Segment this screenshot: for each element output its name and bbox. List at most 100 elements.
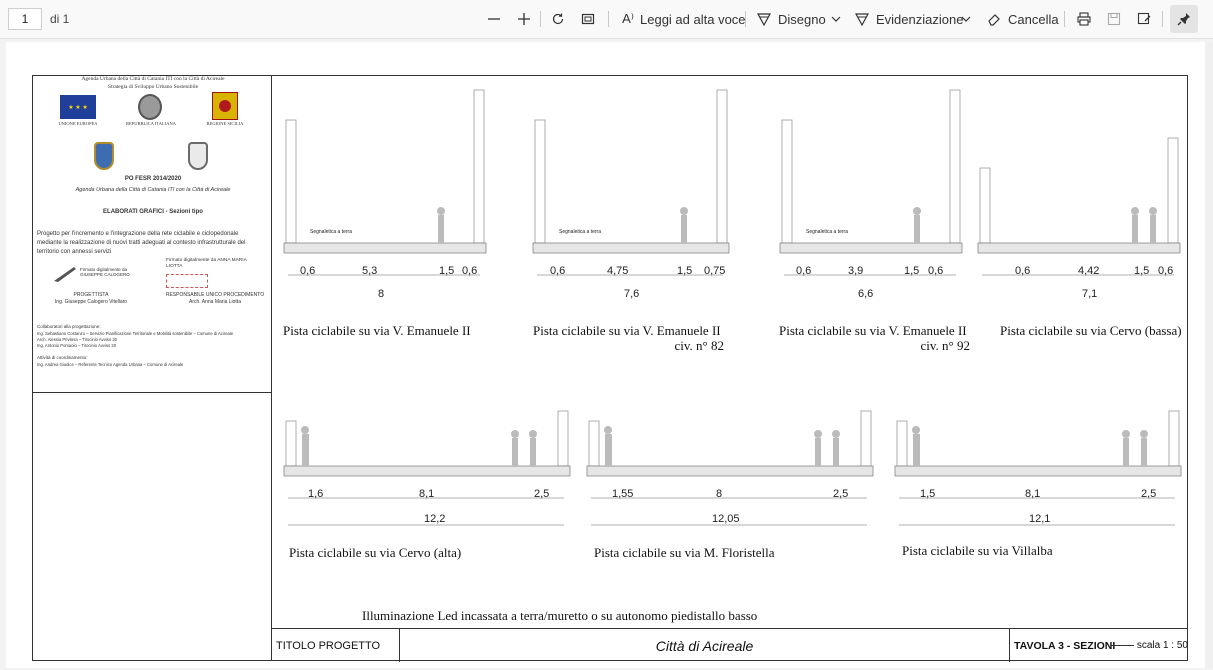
fit-page-button[interactable] — [578, 0, 598, 38]
role-rup: RESPONSABILE UNICO PROCEDIMENTO — [165, 292, 265, 298]
dimension-label: 8 — [716, 488, 723, 500]
dimension-label: 5,3 — [362, 265, 378, 277]
cyclist-figure — [1123, 438, 1129, 466]
pdf-toolbar: 1 di 1 A⁾ Leggi ad alta voce Disegno Evi… — [0, 0, 1213, 39]
road-surface — [283, 242, 487, 254]
cyclist-figure — [511, 430, 519, 438]
dimension-label: 2,5 — [1141, 488, 1157, 500]
signage-label: Segnaletica a terra — [559, 229, 601, 235]
pedestrian-figure — [605, 434, 612, 466]
draw-button[interactable]: Disegno — [754, 0, 826, 38]
dimension-label: 8,1 — [1025, 488, 1041, 500]
dimension-label: 0,6 — [300, 265, 316, 277]
zoom-out-icon — [484, 9, 504, 29]
dimension-label: 0,6 — [796, 265, 812, 277]
erase-button[interactable]: Cancella — [984, 0, 1059, 38]
lighting-note: Illuminazione Led incassata a terra/mure… — [362, 608, 758, 623]
building-wall — [1167, 137, 1179, 244]
cyclist-figure — [815, 438, 821, 466]
pedestrian-figure — [301, 426, 309, 434]
header-line-2: Strategia di Sviluppo Urbano Sostenibile — [107, 84, 199, 90]
sheet-title: TAVOLA 3 - SEZIONI — [1014, 639, 1116, 652]
collaborators-title: Collaboratori alla progettazione: — [37, 324, 101, 329]
read-aloud-button[interactable]: A⁾ Leggi ad alta voce — [618, 0, 745, 38]
logo-eu-label: UNIONE EUROPEA — [58, 121, 98, 126]
save-as-icon — [1134, 9, 1154, 29]
zoom-in-button[interactable] — [514, 0, 534, 38]
erase-label: Cancella — [1008, 11, 1059, 27]
pedestrian-figure — [833, 438, 839, 466]
road-surface — [283, 465, 571, 477]
pedestrian-figure — [302, 434, 309, 466]
road-section-drawing — [778, 80, 964, 301]
rotate-button[interactable] — [548, 0, 568, 38]
pedestrian-figure — [1140, 430, 1148, 438]
project-title-label: TITOLO PROGETTO — [272, 629, 400, 662]
cyclist-figure — [913, 207, 921, 215]
italy-emblem-logo — [138, 94, 162, 120]
section-caption: Pista ciclabile su via Cervo (alta) — [289, 545, 462, 560]
draw-icon — [754, 9, 774, 29]
draw-dropdown[interactable] — [826, 0, 846, 38]
digital-signature-2: Firmato digitalmente da ANNA MARIA LIOTT… — [166, 258, 247, 269]
road-surface — [532, 242, 730, 254]
program-title: PO FESR 2014/2020 — [124, 176, 182, 182]
save-as-button[interactable] — [1134, 0, 1154, 38]
section-caption-address: civ. n° 92 — [920, 338, 971, 353]
dimension-label: 4,42 — [1078, 265, 1100, 277]
cyclist-figure — [512, 438, 518, 466]
highlight-button[interactable]: Evidenziazione — [852, 0, 963, 38]
elaborati-title: ELABORATI GRAFICI - Sezioni tipo — [103, 209, 203, 215]
total-width-label: 12,1 — [1029, 513, 1051, 525]
total-width-label: 12,2 — [424, 513, 446, 525]
building-wall — [781, 119, 793, 244]
pedestrian-figure — [1141, 438, 1147, 466]
cyclist-figure — [1131, 207, 1139, 215]
save-button[interactable] — [1104, 0, 1124, 38]
scale-bar-icon — [1110, 645, 1134, 646]
coordinator-1: Ing. Andrea Giudice – Referente Tecnico … — [37, 362, 184, 367]
total-width-label: 7,6 — [624, 288, 640, 300]
pedestrian-figure — [529, 430, 537, 438]
cyclist-figure — [438, 215, 444, 243]
building-wall — [285, 119, 297, 244]
signage-label: Segnaletica a terra — [310, 229, 352, 235]
dimension-label: 1,5 — [920, 488, 936, 500]
vertical-scrollbar[interactable] — [1205, 42, 1213, 668]
pin-toolbar-button[interactable] — [1170, 5, 1198, 33]
road-surface — [779, 242, 963, 254]
building-wall — [979, 167, 991, 244]
title-block-footer: TITOLO PROGETTO Città di Acireale TAVOLA… — [272, 628, 1188, 662]
highlight-dropdown[interactable] — [956, 0, 976, 38]
building-wall — [949, 89, 961, 244]
building-wall — [285, 420, 297, 467]
role-designer: PROGETTISTA — [73, 292, 109, 298]
zoom-out-button[interactable] — [484, 0, 504, 38]
print-button[interactable] — [1074, 0, 1094, 38]
road-section-drawing — [282, 80, 488, 301]
page-number-input[interactable]: 1 — [8, 8, 42, 30]
program-subtitle: Agenda Urbana della Città di Catania ITI… — [75, 187, 231, 193]
cyclist-figure — [1132, 215, 1138, 243]
acireale-crest-logo — [94, 142, 114, 170]
cyclist-figure — [914, 215, 920, 243]
dimension-label: 0,6 — [928, 265, 944, 277]
collaborator-1: Ing. Sebastiano Costanzo – Servizio Pian… — [37, 331, 234, 336]
pedestrian-figure — [1149, 207, 1157, 215]
pedestrian-figure — [913, 434, 920, 466]
dimension-label: 1,55 — [612, 488, 634, 500]
section-caption: Pista ciclabile su via V. Emanuele II — [779, 323, 967, 338]
building-wall — [473, 89, 485, 244]
building-wall — [588, 420, 600, 467]
pedestrian-figure — [832, 430, 840, 438]
road-section-drawing — [531, 80, 731, 301]
scale-text: scala 1 : 50 — [1136, 640, 1188, 651]
building-wall — [1168, 410, 1180, 467]
road-surface — [977, 242, 1181, 254]
section-caption: Pista ciclabile su via V. Emanuele II — [283, 323, 471, 338]
signage-label: Segnaletica a terra — [806, 229, 848, 235]
total-width-label: 8 — [378, 288, 385, 300]
project-description: Progetto per l'incremento e l'integrazio… — [37, 231, 246, 255]
dimension-label: 8,1 — [419, 488, 435, 500]
dimension-label: 0,75 — [704, 265, 726, 277]
